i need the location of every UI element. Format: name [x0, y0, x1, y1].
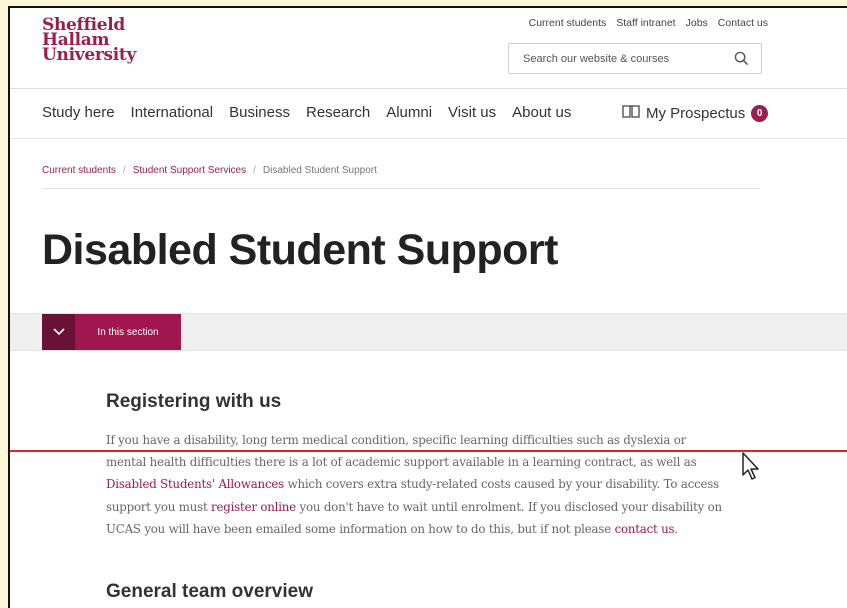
book-icon	[622, 104, 640, 122]
browser-viewport: Sheffield Hallam University Current stud…	[8, 6, 847, 608]
breadcrumb-current-page: Disabled Student Support	[262, 165, 377, 176]
in-this-section-toggle[interactable]: In this section	[42, 314, 181, 350]
heading-registering-with-us: Registering with us	[106, 391, 282, 412]
search-input[interactable]	[521, 51, 725, 66]
heading-general-team-overview: General team overview	[106, 581, 313, 602]
link-contact-us-inline[interactable]: contact us	[615, 522, 675, 536]
prospectus-count-badge: 0	[751, 104, 769, 122]
nav-research[interactable]: Research	[306, 104, 370, 121]
registering-paragraph: If you have a disability, long term medi…	[106, 429, 726, 540]
breadcrumb-current-students[interactable]: Current students	[42, 165, 116, 176]
breadcrumb-separator: /	[253, 165, 256, 176]
my-prospectus-link[interactable]: My Prospectus 0	[622, 104, 769, 122]
section-toggle-label: In this section	[75, 314, 181, 350]
nav-about-us[interactable]: About us	[512, 104, 571, 121]
nav-study-here[interactable]: Study here	[42, 104, 115, 121]
nav-business[interactable]: Business	[229, 104, 290, 121]
main-nav: Study here International Business Resear…	[42, 104, 571, 121]
page-title: Disabled Student Support	[42, 226, 558, 274]
university-logo[interactable]: Sheffield Hallam University	[42, 17, 137, 65]
logo-line-3: University	[42, 45, 137, 65]
search-box	[508, 43, 762, 74]
link-register-online[interactable]: register online	[211, 500, 296, 514]
prospectus-label: My Prospectus	[646, 104, 746, 122]
breadcrumb-student-support-services[interactable]: Student Support Services	[133, 165, 246, 176]
link-staff-intranet[interactable]: Staff intranet	[616, 17, 675, 29]
nav-divider	[10, 138, 847, 139]
header-divider	[10, 88, 847, 89]
paragraph-text: .	[674, 521, 678, 536]
link-jobs[interactable]: Jobs	[686, 17, 708, 29]
highlight-line	[10, 450, 847, 452]
mouse-cursor-icon	[741, 451, 761, 486]
link-disabled-students-allowances[interactable]: Disabled Students' Allowances	[106, 477, 284, 491]
link-current-students[interactable]: Current students	[529, 17, 607, 29]
search-icon[interactable]	[734, 51, 749, 71]
nav-alumni[interactable]: Alumni	[386, 104, 432, 121]
nav-visit-us[interactable]: Visit us	[448, 104, 496, 121]
nav-international[interactable]: International	[131, 104, 214, 121]
utility-links: Current students Staff intranet Jobs Con…	[529, 17, 768, 29]
breadcrumb: Current students / Student Support Servi…	[42, 165, 377, 176]
breadcrumb-separator: /	[122, 165, 126, 176]
link-contact-us[interactable]: Contact us	[718, 17, 768, 29]
chevron-down-icon	[42, 314, 75, 350]
breadcrumb-divider	[42, 188, 760, 189]
